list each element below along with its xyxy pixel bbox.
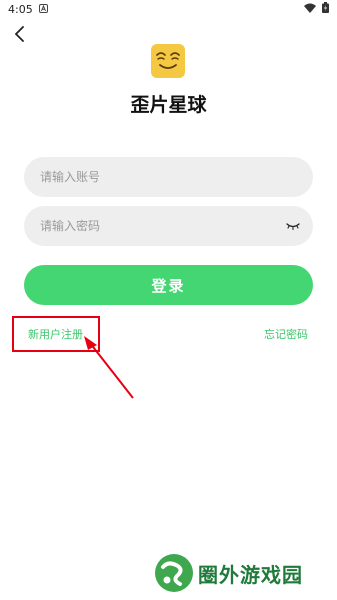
annotation-highlight-box — [12, 316, 100, 352]
a-icon — [38, 3, 48, 16]
account-input[interactable] — [38, 169, 299, 185]
chevron-left-icon — [14, 26, 24, 42]
status-left: 4:05 — [8, 3, 48, 16]
forgot-password-link[interactable]: 忘记密码 — [264, 326, 308, 342]
account-field[interactable] — [24, 157, 313, 197]
smiling-face-icon — [156, 52, 180, 69]
wifi-icon — [304, 3, 316, 16]
battery-icon — [322, 2, 329, 16]
app-title: 歪片星球 — [130, 94, 207, 116]
status-time: 4:05 — [8, 2, 33, 16]
status-right — [304, 2, 329, 16]
watermark-text: 圈外游戏园 — [198, 562, 303, 587]
eye-closed-icon[interactable] — [285, 219, 301, 233]
status-bar: 4:05 — [0, 0, 337, 18]
password-field[interactable] — [24, 206, 313, 246]
watermark: 圈外游戏园 — [154, 553, 303, 593]
back-button[interactable] — [10, 24, 30, 44]
watermark-logo-icon — [155, 554, 193, 592]
app-logo — [151, 44, 185, 78]
password-input[interactable] — [38, 218, 299, 234]
login-button[interactable]: 登录 — [24, 265, 313, 305]
